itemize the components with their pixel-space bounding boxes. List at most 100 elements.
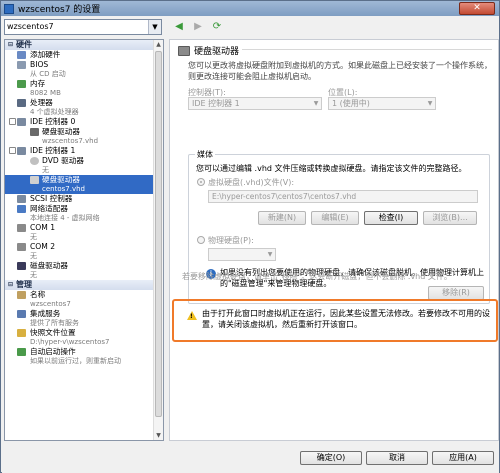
sidebar-item-scsi-controller[interactable]: SCSI 控制器 — [5, 194, 163, 204]
sidebar-item-label: 名称 — [30, 290, 46, 299]
sidebar-item-integration-services[interactable]: 集成服务 — [5, 309, 163, 319]
cancel-button[interactable]: 取消 — [366, 451, 428, 465]
apply-button[interactable]: 应用(A) — [432, 451, 494, 465]
sidebar-item-label: COM 1 — [30, 223, 56, 232]
integration-services-icon — [17, 310, 26, 318]
scsi-controller-icon — [17, 195, 26, 203]
pane-title: 硬盘驱动器 — [178, 44, 239, 57]
hardware-header-label: 硬件 — [16, 40, 32, 49]
sidebar-item-label: DVD 驱动器 — [42, 156, 84, 165]
controller-select[interactable]: IDE 控制器 1 ▼ — [188, 97, 322, 110]
vhd-path-field[interactable]: E:\hyper-centos7\centos7\centos7.vhd — [208, 190, 478, 203]
physical-disk-radio-label: 物理硬盘(P): — [208, 236, 254, 245]
location-select-value: 1 (使用中) — [332, 99, 370, 108]
sidebar-item-sub: 如果以前运行过，则重新启动 — [30, 357, 121, 365]
settings-window: wzscentos7 的设置 ✕ wzscentos7 ▼ ◀ ▶ ⟳ ⊟ 硬件… — [0, 0, 500, 473]
network-adapter-icon — [17, 205, 26, 213]
sidebar-item-com1[interactable]: COM 1 — [5, 223, 163, 233]
sidebar-item-label: 添加硬件 — [30, 50, 61, 59]
physical-disk-radio[interactable] — [197, 236, 205, 244]
sidebar-item-label: 硬盘驱动器 — [42, 127, 80, 136]
sidebar-item-com2[interactable]: COM 2 — [5, 242, 163, 252]
sidebar-item-label: BIOS — [30, 60, 49, 69]
chevron-down-icon[interactable]: ▼ — [265, 249, 275, 260]
hardware-section-header[interactable]: ⊟ 硬件 — [5, 40, 163, 50]
new-button[interactable]: 新建(N) — [258, 211, 306, 225]
pane-title-label: 硬盘驱动器 — [194, 47, 240, 57]
sidebar-item-auto-start[interactable]: 自动启动操作 — [5, 347, 163, 357]
edit-button[interactable]: 编辑(E) — [311, 211, 359, 225]
media-group-title: 媒体 — [195, 149, 215, 160]
scroll-down-icon[interactable]: ▼ — [154, 431, 163, 440]
vhd-file-radio-label: 虚拟硬盘(.vhd)文件(V): — [208, 178, 295, 187]
sidebar-item-label: 内存 — [30, 79, 46, 88]
inspect-button[interactable]: 检查(I) — [364, 211, 418, 225]
scrollbar-thumb[interactable] — [155, 51, 162, 417]
refresh-icon[interactable]: ⟳ — [210, 20, 224, 34]
snapshot-folder-icon — [17, 329, 26, 337]
ok-button[interactable]: 确定(O) — [300, 451, 362, 465]
sidebar-item-diskette-drive[interactable]: 磁盘驱动器 — [5, 261, 163, 271]
sidebar-item-bios[interactable]: BIOS — [5, 60, 163, 70]
sidebar-item-label: 网络适配器 — [30, 204, 68, 213]
sidebar-item-sub: 无 — [30, 271, 37, 279]
hard-drive-settings-pane: 硬盘驱动器 您可以更改将虚拟硬盘附加到虚拟机的方式。如果此磁盘上已经安装了一个操… — [169, 39, 499, 441]
management-header-label: 管理 — [16, 280, 32, 289]
dialog-footer: 确定(O) 取消 应用(A) — [2, 444, 499, 473]
location-select[interactable]: 1 (使用中) ▼ — [328, 97, 436, 110]
sidebar-item-sub: 无 — [30, 233, 37, 241]
sidebar-item-sub: 4 个虚拟处理器 — [30, 108, 79, 116]
chevron-down-icon[interactable]: ▼ — [311, 98, 321, 109]
media-description: 您可以通过编辑 .vhd 文件压缩或转换虚拟硬盘。请指定该文件的完整路径。 — [196, 164, 467, 173]
sidebar-item-dvd-drive[interactable]: DVD 驱动器 — [5, 156, 163, 166]
controller-select-value: IDE 控制器 1 — [192, 99, 240, 108]
sidebar-item-hard-drive-0[interactable]: 硬盘驱动器 — [5, 127, 163, 137]
collapse-icon[interactable] — [9, 118, 16, 125]
collapse-icon[interactable]: ⊟ — [8, 40, 16, 50]
sidebar-item-label: IDE 控制器 0 — [30, 117, 76, 126]
collapse-icon[interactable]: ⊟ — [8, 280, 16, 290]
add-hardware-icon — [17, 51, 26, 59]
sidebar-item-ide-controller-1[interactable]: IDE 控制器 1 — [5, 146, 163, 156]
sidebar-scrollbar[interactable]: ▲ ▼ — [153, 40, 163, 440]
sidebar-item-ide-controller-0[interactable]: IDE 控制器 0 — [5, 117, 163, 127]
close-button[interactable]: ✕ — [459, 2, 495, 15]
running-vm-warning: 由于打开此窗口时虚拟机正在运行，因此某些设置无法修改。若要修改不可用的设置，请关… — [202, 309, 490, 329]
vhd-path-value: E:\hyper-centos7\centos7\centos7.vhd — [212, 192, 357, 201]
sidebar-item-hard-drive-1[interactable]: 硬盘驱动器 — [5, 175, 163, 185]
management-section-header[interactable]: ⊟ 管理 — [5, 280, 163, 290]
physical-disk-select[interactable]: ▼ — [208, 248, 276, 261]
sidebar-item-sub: 8082 MB — [30, 89, 61, 97]
diskette-icon — [17, 262, 26, 270]
sidebar-item-label: IDE 控制器 1 — [30, 146, 76, 155]
sidebar-item-processor[interactable]: 处理器 — [5, 98, 163, 108]
sidebar-item-label: 集成服务 — [30, 309, 61, 318]
window-title: wzscentos7 的设置 — [18, 5, 101, 15]
title-divider — [242, 49, 492, 50]
com-port-icon — [17, 224, 26, 232]
sidebar-item-name[interactable]: 名称 — [5, 290, 163, 300]
remove-button[interactable]: 移除(R) — [428, 286, 484, 300]
ide-controller-icon — [17, 118, 26, 126]
back-arrow-icon[interactable]: ◀ — [172, 20, 186, 34]
forward-arrow-icon[interactable]: ▶ — [191, 20, 205, 34]
hyperv-app-icon — [4, 3, 14, 14]
sidebar-item-sub: 提供了所有服务 — [30, 319, 79, 327]
scroll-up-icon[interactable]: ▲ — [154, 40, 163, 49]
vm-selector[interactable]: wzscentos7 ▼ — [4, 19, 162, 35]
title-bar: wzscentos7 的设置 ✕ — [1, 1, 499, 16]
sidebar-item-sub: wzscentos7 — [30, 300, 71, 308]
vhd-file-radio[interactable] — [197, 178, 205, 186]
browse-button[interactable]: 浏览(B)... — [423, 211, 477, 225]
sidebar-item-add-hardware[interactable]: 添加硬件 — [5, 50, 163, 60]
chevron-down-icon[interactable]: ▼ — [425, 98, 435, 109]
sidebar-item-sub: 本地连接 4 - 虚拟网络 — [30, 214, 100, 222]
sidebar-item-label: 处理器 — [30, 98, 53, 107]
chevron-down-icon[interactable]: ▼ — [148, 20, 161, 34]
collapse-icon[interactable] — [9, 147, 16, 154]
sidebar-item-memory[interactable]: 内存 — [5, 79, 163, 89]
name-icon — [17, 291, 26, 299]
sidebar-item-snapshot-location[interactable]: 快照文件位置 — [5, 328, 163, 338]
sidebar-item-network-adapter[interactable]: 网络适配器 — [5, 204, 163, 214]
memory-icon — [17, 80, 26, 88]
